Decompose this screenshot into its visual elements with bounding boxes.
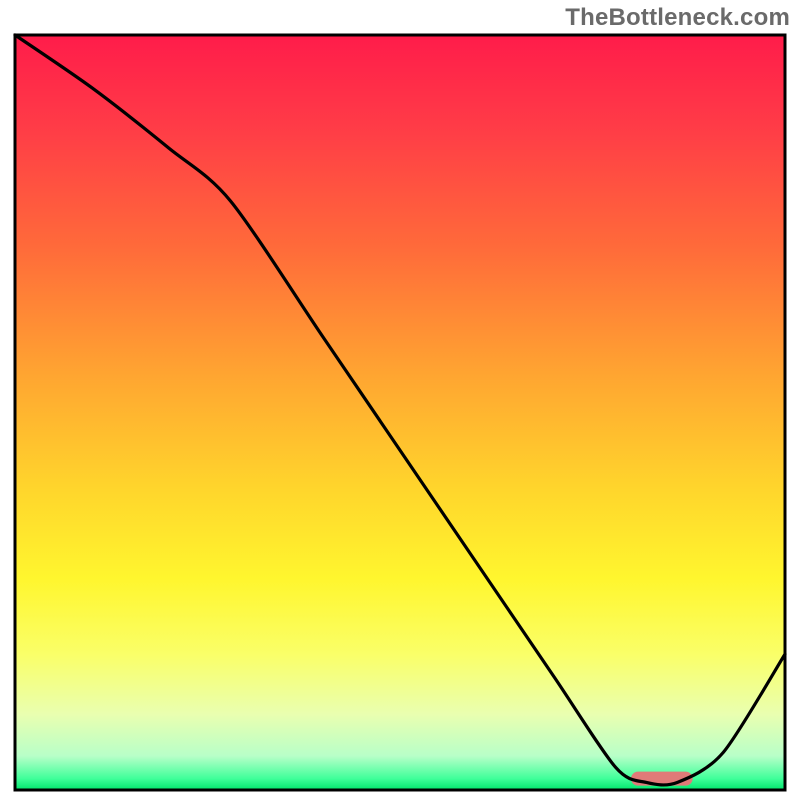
chart-container: TheBottleneck.com — [0, 0, 800, 800]
plot-background — [15, 35, 785, 790]
bottleneck-chart — [0, 0, 800, 800]
watermark-text: TheBottleneck.com — [565, 4, 790, 32]
